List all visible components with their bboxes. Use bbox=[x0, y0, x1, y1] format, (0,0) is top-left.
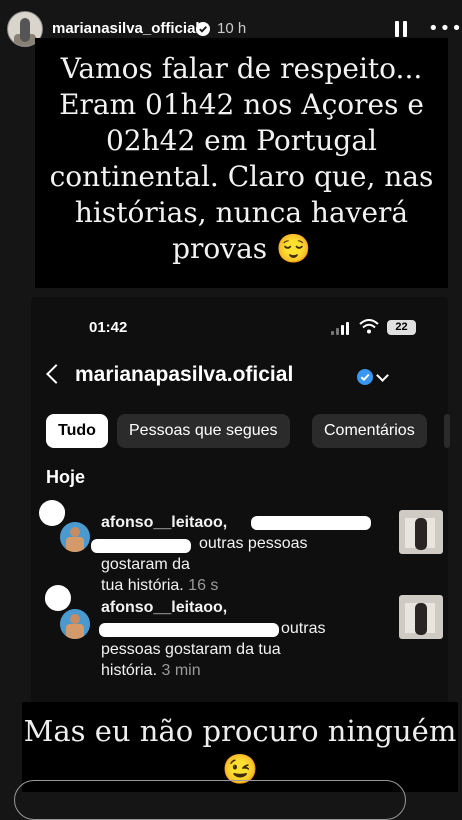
reply-input[interactable] bbox=[14, 780, 406, 820]
notification-item[interactable]: afonso__leitaoo, outras pessoas gostaram… bbox=[31, 492, 448, 594]
pause-icon[interactable] bbox=[395, 21, 409, 37]
verified-icon bbox=[196, 22, 210, 36]
caption-top-text: Vamos falar de respeito... Eram 01h42 no… bbox=[49, 52, 434, 265]
account-name[interactable]: marianapasilva.oficial bbox=[75, 363, 293, 387]
wifi-icon bbox=[359, 319, 379, 338]
verified-icon bbox=[357, 369, 373, 385]
tab-comentarios[interactable]: Comentários bbox=[312, 414, 427, 448]
back-icon[interactable] bbox=[46, 364, 66, 384]
caption-top: Vamos falar de respeito... Eram 01h42 no… bbox=[35, 38, 448, 288]
notification-line: história. bbox=[101, 662, 158, 679]
chevron-down-icon[interactable] bbox=[376, 369, 389, 382]
story-time: 10 h bbox=[217, 20, 247, 37]
notification-text: afonso__leitaoo, outras pessoas gostaram… bbox=[101, 597, 371, 681]
caption-bottom: Mas eu não procuro ninguém 😉 bbox=[22, 702, 458, 792]
story-username[interactable]: marianasilva_official bbox=[52, 20, 200, 37]
tab-tudo[interactable]: Tudo bbox=[46, 414, 108, 448]
notification-user: afonso__leitaoo, bbox=[101, 514, 228, 531]
notification-item[interactable]: afonso__leitaoo, outras pessoas gostaram… bbox=[31, 585, 448, 679]
redaction-mark bbox=[251, 516, 371, 530]
tab-more[interactable] bbox=[444, 414, 450, 448]
status-time: 01:42 bbox=[89, 319, 128, 336]
more-options-icon[interactable]: ••• bbox=[428, 20, 462, 38]
embedded-screenshot: 01:42 22 marianapasilva.oficial Tudo Pes… bbox=[31, 297, 450, 707]
caption-bottom-text: Mas eu não procuro ninguém 😉 bbox=[23, 714, 457, 786]
notification-line: pessoas gostaram da tua bbox=[101, 641, 281, 658]
notification-line: outras bbox=[281, 620, 326, 637]
story-thumbnail[interactable] bbox=[399, 510, 443, 554]
battery-indicator: 22 bbox=[387, 320, 416, 335]
signal-icon bbox=[331, 321, 353, 335]
story-thumbnail[interactable] bbox=[399, 595, 443, 639]
redaction-mark bbox=[39, 500, 65, 526]
redaction-mark bbox=[45, 585, 71, 611]
notification-time: 3 min bbox=[161, 662, 201, 679]
section-heading: Hoje bbox=[46, 467, 86, 487]
redaction-mark bbox=[99, 623, 279, 637]
avatar bbox=[58, 607, 92, 641]
redaction-mark bbox=[91, 539, 191, 553]
avatar bbox=[58, 520, 92, 554]
tab-pessoas-que-segues[interactable]: Pessoas que segues bbox=[117, 414, 290, 448]
notification-user: afonso__leitaoo, bbox=[101, 599, 228, 616]
